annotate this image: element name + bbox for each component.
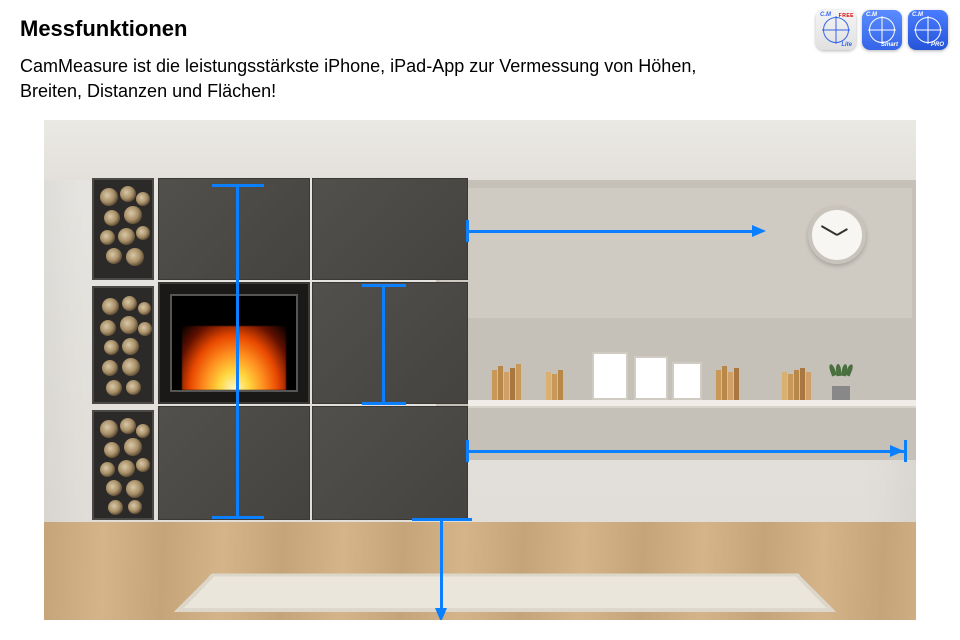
room-scene xyxy=(44,120,916,620)
icon-variant: Lite xyxy=(841,42,852,48)
plant-icon xyxy=(832,386,850,400)
app-icon-lite[interactable]: C.M FREE Lite xyxy=(816,10,856,50)
tile xyxy=(158,178,310,280)
log-storage-column xyxy=(92,178,154,522)
fireplace-tiles xyxy=(158,178,468,522)
icon-variant: Smart xyxy=(881,42,898,48)
icon-brand: C.M xyxy=(912,12,923,18)
firebox xyxy=(158,282,310,404)
log-compartment xyxy=(92,286,154,404)
photo-frame xyxy=(672,362,702,400)
tile xyxy=(312,406,468,520)
crosshair-icon xyxy=(869,17,895,43)
log-compartment xyxy=(92,410,154,520)
fireplace-unit xyxy=(92,178,468,522)
app-icon-pro[interactable]: C.M PRO xyxy=(908,10,948,50)
tile xyxy=(312,178,468,280)
fire-chamber xyxy=(170,294,298,392)
icon-brand: C.M xyxy=(866,12,877,18)
tile xyxy=(312,282,468,404)
crosshair-icon xyxy=(823,17,849,43)
rug xyxy=(174,574,836,613)
header: Messfunktionen CamMeasure ist die leistu… xyxy=(0,0,960,112)
page-subtitle: CamMeasure ist die leistungsstärkste iPh… xyxy=(20,54,740,104)
shelf-items xyxy=(484,338,896,400)
ceiling xyxy=(44,120,916,180)
fire-icon xyxy=(182,326,286,390)
icon-variant: PRO xyxy=(931,42,944,48)
photo-frame xyxy=(592,352,628,400)
app-icon-smart[interactable]: C.M Smart xyxy=(862,10,902,50)
tile xyxy=(158,406,310,520)
log-compartment xyxy=(92,178,154,280)
crosshair-icon xyxy=(915,17,941,43)
app-icon-row: C.M FREE Lite C.M Smart C.M PRO xyxy=(816,10,948,50)
icon-brand: C.M xyxy=(820,12,831,18)
photo-frame xyxy=(634,356,668,400)
wall-clock-icon xyxy=(808,206,866,264)
wall-shelf xyxy=(468,400,916,408)
page-title: Messfunktionen xyxy=(20,16,940,42)
